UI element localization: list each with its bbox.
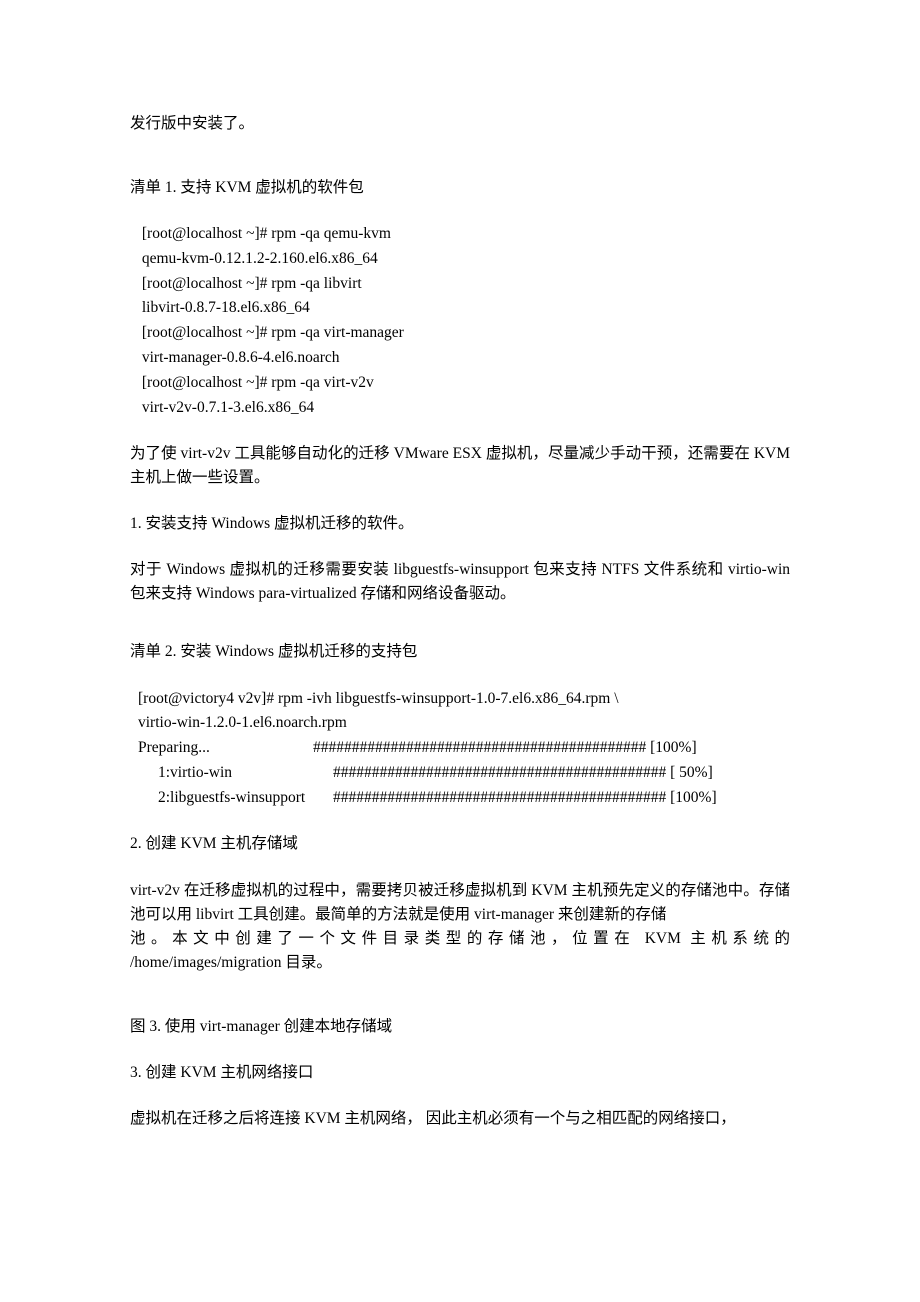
- step-3-title: 3. 创建 KVM 主机网络接口: [130, 1061, 790, 1085]
- step-2-body-part-a: virt-v2v 在迁移虚拟机的过程中，需要拷贝被迁移虚拟机到 KVM 主机预先…: [130, 882, 790, 923]
- figure-3-title: 图 3. 使用 virt-manager 创建本地存储域: [130, 1015, 790, 1039]
- step-2-body-part-b: 池。本文中创建了一个文件目录类型的存储池，位置在 KVM 主机系统的: [130, 927, 790, 951]
- rpm-row-progress: ########################################…: [333, 786, 717, 811]
- code2-command-line-2: virtio-win-1.2.0-1.el6.noarch.rpm: [138, 711, 790, 736]
- listing-1-title: 清单 1. 支持 KVM 虚拟机的软件包: [130, 176, 790, 200]
- rpm-row-label: 1:virtio-win: [138, 761, 333, 786]
- intro-tail-paragraph: 发行版中安装了。: [130, 112, 790, 136]
- step-3-body: 虚拟机在迁移之后将连接 KVM 主机网络， 因此主机必须有一个与之相匹配的网络接…: [130, 1107, 790, 1131]
- step-1-body: 对于 Windows 虚拟机的迁移需要安装 libguestfs-winsupp…: [130, 558, 790, 606]
- code-block-2: [root@victory4 v2v]# rpm -ivh libguestfs…: [130, 687, 790, 811]
- rpm-row-progress: ########################################…: [313, 736, 697, 761]
- step-2-title: 2. 创建 KVM 主机存储域: [130, 832, 790, 856]
- code-block-1: [root@localhost ~]# rpm -qa qemu-kvm qem…: [130, 222, 790, 420]
- rpm-output-row: 1:virtio-win ###########################…: [138, 761, 790, 786]
- rpm-output-row: Preparing... ###########################…: [138, 736, 790, 761]
- step-1-title: 1. 安装支持 Windows 虚拟机迁移的软件。: [130, 512, 790, 536]
- rpm-row-label: 2:libguestfs-winsupport: [138, 786, 333, 811]
- step-2-body: virt-v2v 在迁移虚拟机的过程中，需要拷贝被迁移虚拟机到 KVM 主机预先…: [130, 879, 790, 975]
- step-2-body-part-c: /home/images/migration 目录。: [130, 954, 332, 971]
- rpm-output-row: 2:libguestfs-winsupport ################…: [138, 786, 790, 811]
- rpm-row-progress: ########################################…: [333, 761, 713, 786]
- code2-command-line-1: [root@victory4 v2v]# rpm -ivh libguestfs…: [138, 687, 790, 712]
- paragraph-after-code1: 为了使 virt-v2v 工具能够自动化的迁移 VMware ESX 虚拟机，尽…: [130, 442, 790, 490]
- rpm-row-label: Preparing...: [138, 736, 313, 761]
- listing-2-title: 清单 2. 安装 Windows 虚拟机迁移的支持包: [130, 640, 790, 664]
- page-container: 发行版中安装了。 清单 1. 支持 KVM 虚拟机的软件包 [root@loca…: [0, 0, 920, 1302]
